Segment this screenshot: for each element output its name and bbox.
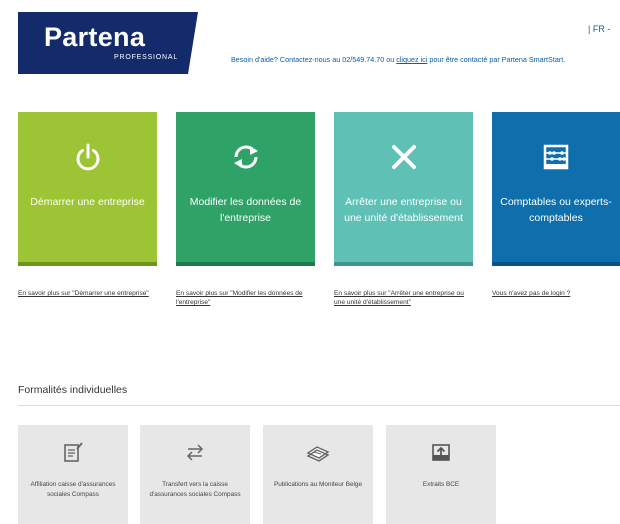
- tile-label: Modifier les données de l'entreprise: [189, 196, 302, 224]
- tile-modify-data[interactable]: Modifier les données de l'entreprise: [176, 112, 315, 266]
- tile-extracts[interactable]: Extraits BCE: [386, 425, 496, 524]
- logo-subtitle: PROFESSIONAL: [114, 54, 179, 61]
- section-divider: [18, 405, 620, 406]
- tile-affiliation[interactable]: Affiliation caisse d'assurances sociales…: [18, 425, 128, 524]
- tile-label: Affiliation caisse d'assurances sociales…: [30, 481, 116, 498]
- tile-start-business[interactable]: Démarrer une entreprise: [18, 112, 157, 266]
- tile-label: Transfert vers la caisse d'assurances so…: [149, 481, 241, 498]
- transfer-icon: [140, 441, 250, 463]
- tile-label: Démarrer une entreprise: [30, 196, 145, 208]
- tile-transfer[interactable]: Transfert vers la caisse d'assurances so…: [140, 425, 250, 524]
- tile-label: Comptables ou experts-comptables: [500, 196, 612, 224]
- help-text: Besoin d'aide? Contactez-nous au 02/549.…: [231, 55, 566, 64]
- tile-label: Extraits BCE: [422, 481, 460, 488]
- learn-more-start-link[interactable]: En savoir plus sur "Démarrer une entrepr…: [18, 289, 152, 298]
- help-link[interactable]: cliquez ici: [396, 55, 427, 64]
- tile-accountants[interactable]: Comptables ou experts-comptables: [492, 112, 620, 266]
- inbox-upload-icon: [386, 441, 496, 463]
- papers-icon: [263, 441, 373, 463]
- partena-logo[interactable]: Partena PROFESSIONAL: [18, 12, 198, 74]
- section-title: Formalités individuelles: [18, 384, 128, 396]
- abacus-icon: [492, 142, 620, 172]
- close-icon: [334, 142, 473, 172]
- no-login-link[interactable]: Vous n'avez pas de login ?: [492, 289, 620, 298]
- learn-more-modify-link[interactable]: En savoir plus sur "Modifier les données…: [176, 289, 310, 307]
- document-icon: [18, 441, 128, 463]
- tile-stop-business[interactable]: Arrêter une entreprise ou une unité d'ét…: [334, 112, 473, 266]
- tile-publications[interactable]: Publications au Moniteur Belge: [263, 425, 373, 524]
- power-icon: [18, 142, 157, 172]
- tile-label: Arrêter une entreprise ou une unité d'ét…: [344, 196, 463, 224]
- language-selector[interactable]: | FR -: [588, 24, 610, 34]
- logo-text: Partena: [44, 22, 146, 52]
- tile-label: Publications au Moniteur Belge: [273, 481, 363, 488]
- learn-more-stop-link[interactable]: En savoir plus sur "Arrêter une entrepri…: [334, 289, 468, 307]
- refresh-icon: [176, 142, 315, 172]
